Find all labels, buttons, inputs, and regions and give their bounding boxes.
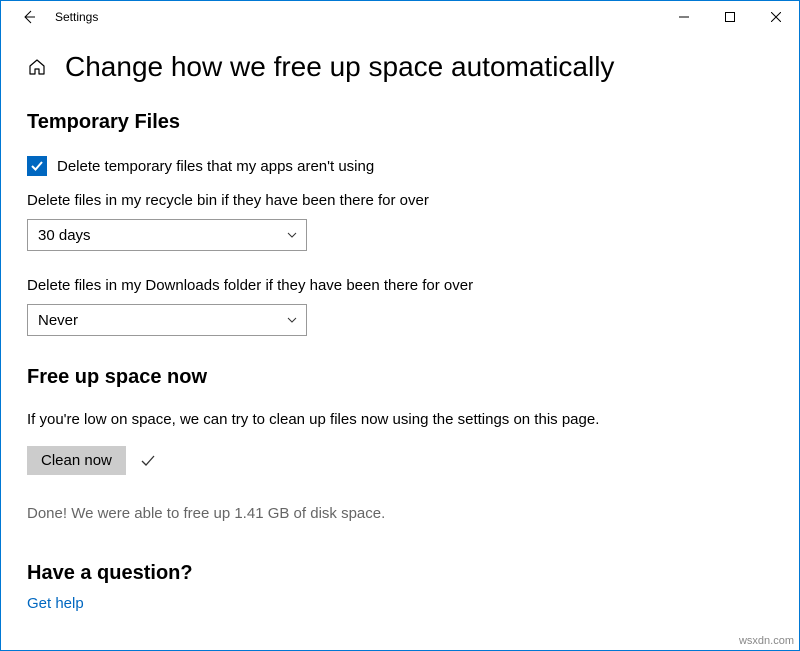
get-help-link[interactable]: Get help: [27, 595, 773, 612]
delete-temp-files-label: Delete temporary files that my apps aren…: [57, 158, 374, 175]
chevron-down-icon: [286, 229, 298, 241]
downloads-label: Delete files in my Downloads folder if t…: [27, 277, 773, 294]
delete-temp-files-checkbox[interactable]: [27, 156, 47, 176]
minimize-icon: [679, 12, 689, 22]
downloads-value: Never: [38, 312, 78, 329]
chevron-down-icon: [286, 314, 298, 326]
maximize-button[interactable]: [707, 1, 753, 33]
watermark: wsxdn.com: [739, 635, 794, 647]
section-temporary-files: Temporary Files: [27, 111, 773, 134]
downloads-dropdown[interactable]: Never: [27, 304, 307, 336]
section-have-question: Have a question?: [27, 562, 773, 585]
minimize-button[interactable]: [661, 1, 707, 33]
recycle-bin-label: Delete files in my recycle bin if they h…: [27, 192, 773, 209]
maximize-icon: [725, 12, 735, 22]
clean-status-text: Done! We were able to free up 1.41 GB of…: [27, 505, 773, 522]
home-icon[interactable]: [27, 57, 47, 77]
recycle-bin-value: 30 days: [38, 227, 91, 244]
close-icon: [771, 12, 781, 22]
recycle-bin-dropdown[interactable]: 30 days: [27, 219, 307, 251]
back-button[interactable]: [21, 9, 37, 25]
titlebar: Settings: [1, 1, 799, 33]
app-title: Settings: [55, 10, 98, 24]
page-title: Change how we free up space automaticall…: [65, 51, 614, 83]
window-controls: [661, 1, 799, 33]
checkmark-icon: [30, 159, 44, 173]
close-button[interactable]: [753, 1, 799, 33]
content-area: Change how we free up space automaticall…: [1, 33, 799, 650]
clean-now-button[interactable]: Clean now: [27, 446, 126, 475]
section-free-up-now: Free up space now: [27, 366, 773, 389]
arrow-left-icon: [21, 9, 37, 25]
free-up-description: If you're low on space, we can try to cl…: [27, 411, 773, 428]
checkmark-icon: [140, 453, 156, 469]
